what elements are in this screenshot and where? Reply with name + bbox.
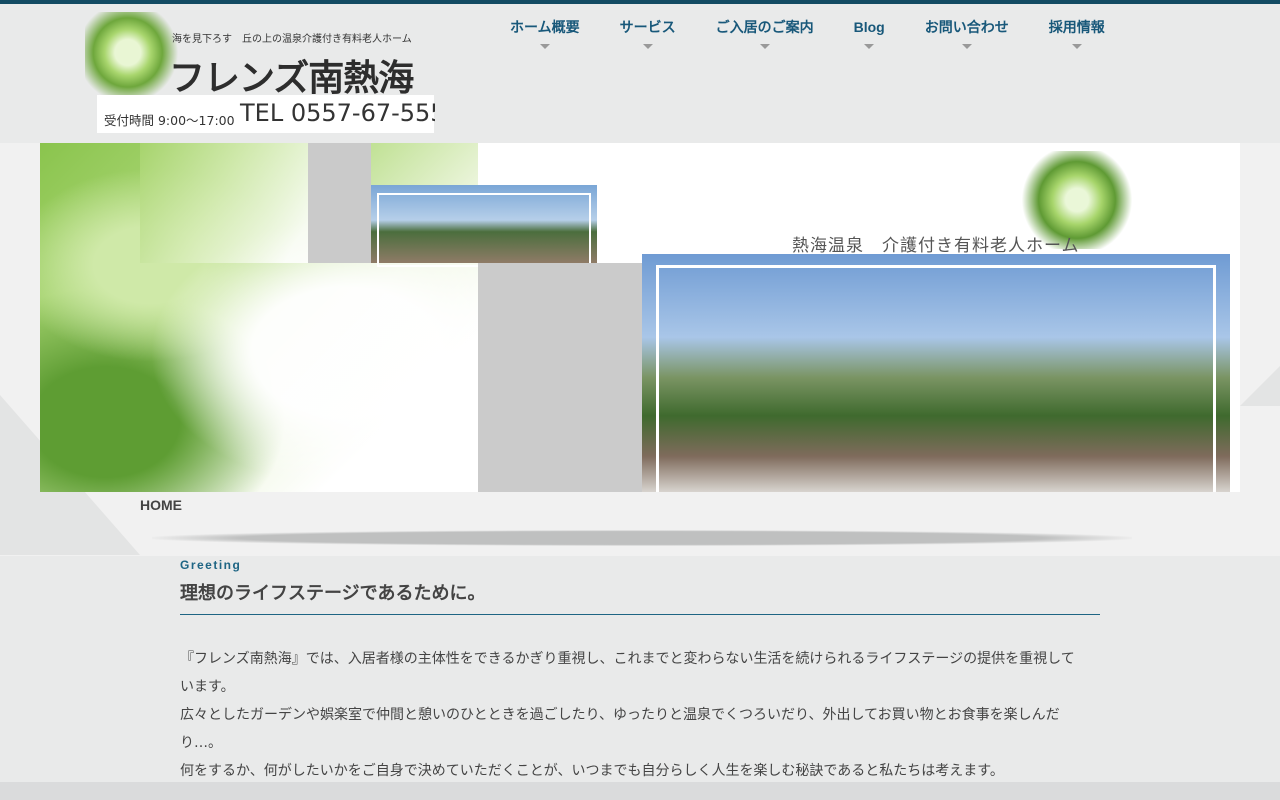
breadcrumb-home[interactable]: HOME (140, 497, 182, 513)
nav-item-label: 採用情報 (1048, 19, 1105, 35)
nav-item-contact[interactable]: お問い合わせ (905, 18, 1029, 52)
caret-down-icon (539, 44, 550, 49)
hero-town-photo-large (642, 254, 1230, 492)
hero-caption: 熱海温泉 介護付き有料老人ホーム (792, 236, 1080, 256)
nav-item-label: サービス (619, 19, 676, 35)
main-nav: ホーム概要 サービス ご入居のご案内 Blog お問い合わせ 採用情報 (490, 18, 1125, 54)
caret-down-icon (759, 44, 770, 49)
nav-item-admission-guide[interactable]: ご入居のご案内 (696, 18, 834, 52)
nav-item-label: お問い合わせ (924, 19, 1009, 35)
horizontal-scrollbar[interactable] (0, 782, 1280, 800)
hero-banner: 熱海温泉 介護付き有料老人ホーム (40, 143, 1240, 492)
nav-item-label: ホーム概要 (510, 19, 580, 35)
nav-item-services[interactable]: サービス (600, 18, 696, 52)
greeting-paragraph: 広々としたガーデンや娯楽室で仲間と憩いのひとときを過ごしたり、ゆったりと温泉でく… (180, 707, 1060, 751)
nav-item-home-overview[interactable]: ホーム概要 (490, 18, 600, 52)
background-fold-right (1240, 366, 1280, 406)
site-logo[interactable]: 海を見下ろす 丘の上の温泉介護付き有料老人ホーム フレンズ南熱海 受付時間 9:… (85, 12, 435, 134)
section-kicker: Greeting (180, 558, 242, 572)
nav-item-blog[interactable]: Blog (834, 18, 905, 52)
logo-reception-hours: 受付時間 9:00〜17:00 (104, 113, 235, 128)
leaf-logo-icon (85, 12, 180, 102)
hero-town-photo-small (371, 185, 597, 267)
nav-item-label: ご入居のご案内 (715, 19, 814, 35)
logo-brand-name: フレンズ南熱海 (169, 57, 414, 99)
section-title: 理想のライフステージであるために。 (180, 579, 1100, 615)
greeting-section: Greeting 理想のライフステージであるために。 『フレンズ南熱海』では、入… (180, 558, 1100, 785)
greeting-paragraph: 何をするか、何がしたいかをご自身で決めていただくことが、いつまでも自分らしく人生… (180, 763, 1004, 779)
section-divider-shadow (152, 530, 1132, 546)
hero-grey-block (478, 263, 642, 492)
caret-down-icon (642, 44, 653, 49)
caret-down-icon (1071, 44, 1082, 49)
greeting-paragraph: 『フレンズ南熱海』では、入居者様の主体性をできるかぎり重視し、これまでと変わらな… (180, 651, 1075, 695)
hero-grey-block (308, 143, 371, 263)
hero-leaf-image-small (140, 143, 308, 263)
nav-item-label: Blog (853, 19, 885, 35)
nav-item-recruitment[interactable]: 採用情報 (1029, 18, 1125, 52)
top-accent-bar (0, 0, 1280, 4)
logo-tagline: 海を見下ろす 丘の上の温泉介護付き有料老人ホーム (172, 34, 412, 45)
caret-down-icon (864, 44, 875, 49)
greeting-body: 『フレンズ南熱海』では、入居者様の主体性をできるかぎり重視し、これまでと変わらな… (180, 645, 1080, 785)
logo-phone-number: TEL 0557-67-5550 (240, 99, 435, 127)
caret-down-icon (961, 44, 972, 49)
